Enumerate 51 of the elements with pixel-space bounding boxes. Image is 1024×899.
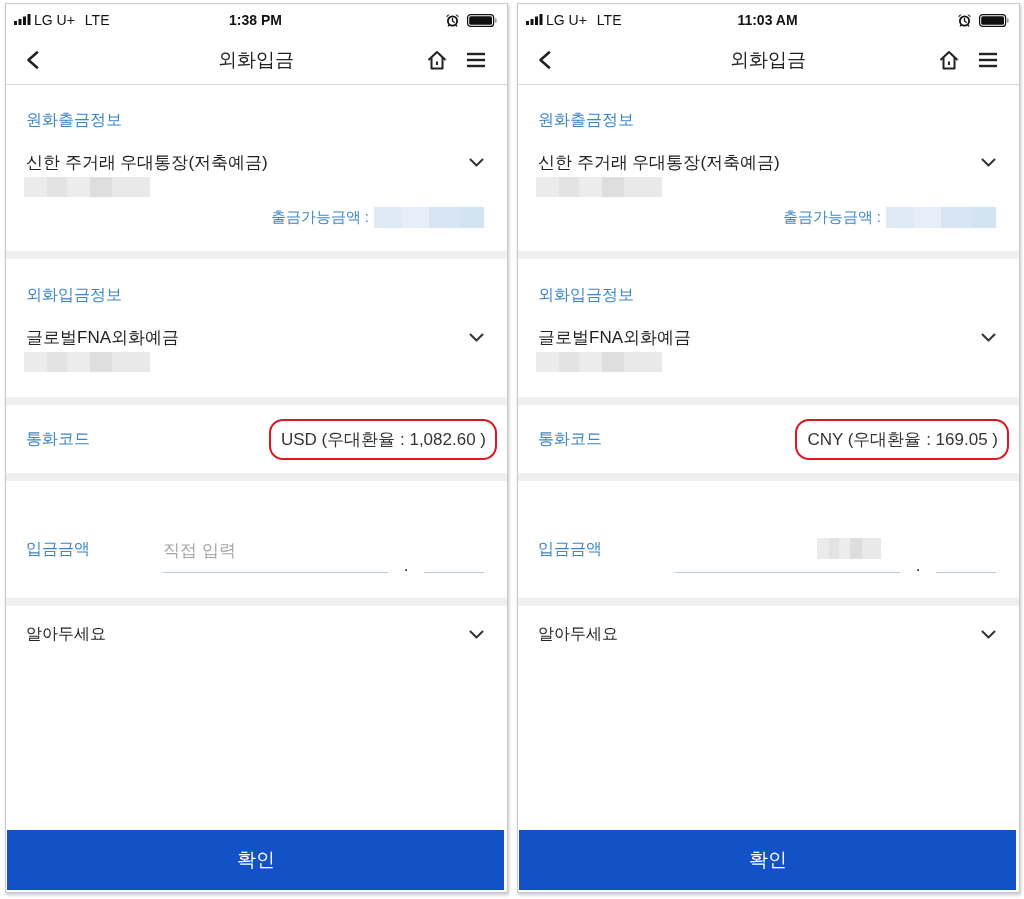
amount-label: 입금금액 bbox=[26, 539, 91, 559]
currency-value: CNY (우대환율 : 169.05 ) bbox=[807, 428, 998, 451]
status-time: 11:03 AM bbox=[737, 12, 798, 28]
confirm-button[interactable]: 확인 bbox=[7, 830, 504, 890]
confirm-button[interactable]: 확인 bbox=[519, 830, 1016, 890]
home-icon[interactable] bbox=[427, 50, 447, 70]
account-dropdown[interactable]: 신한 주거래 우대통장(저축예금) bbox=[26, 150, 484, 174]
currency-label: 통화코드 bbox=[26, 428, 90, 449]
home-icon[interactable] bbox=[939, 50, 959, 70]
section-heading: 원화출금정보 bbox=[538, 110, 635, 130]
alarm-clock-icon bbox=[446, 13, 459, 27]
notice-toggle[interactable]: 알아두세요 bbox=[6, 606, 507, 662]
menu-icon[interactable] bbox=[467, 52, 485, 68]
currency-label: 통화코드 bbox=[538, 428, 602, 449]
carrier-name: LG U+ bbox=[34, 12, 75, 28]
page-title: 외화입금 bbox=[729, 48, 806, 72]
page-title: 외화입금 bbox=[217, 48, 294, 72]
signal-icon bbox=[14, 13, 32, 25]
section-heading: 외화입금정보 bbox=[26, 285, 123, 305]
section-heading: 외화입금정보 bbox=[538, 285, 635, 305]
balance-label: 출금가능금액 : bbox=[782, 208, 881, 227]
battery-icon bbox=[467, 13, 497, 27]
redacted-block bbox=[817, 538, 881, 559]
back-icon[interactable] bbox=[538, 51, 551, 69]
account-dropdown[interactable]: 글로벌FNA외화예금 bbox=[26, 325, 484, 349]
chevron-down-icon bbox=[981, 157, 996, 167]
account-dropdown[interactable]: 글로벌FNA외화예금 bbox=[538, 325, 996, 349]
amount-input[interactable] bbox=[675, 537, 900, 573]
alarm-clock-icon bbox=[958, 13, 971, 27]
decimal-point: . bbox=[402, 559, 410, 573]
decimal-point: . bbox=[914, 559, 922, 573]
menu-icon[interactable] bbox=[979, 52, 997, 68]
account-dropdown[interactable]: 신한 주거래 우대통장(저축예금) bbox=[538, 150, 996, 174]
currency-value: USD (우대환율 : 1,082.60 ) bbox=[281, 428, 486, 451]
chevron-down-icon bbox=[469, 629, 484, 639]
section-heading: 원화출금정보 bbox=[26, 110, 123, 130]
chevron-down-icon bbox=[981, 629, 996, 639]
notice-toggle[interactable]: 알아두세요 bbox=[518, 606, 1019, 662]
chevron-down-icon bbox=[469, 332, 484, 342]
carrier-name: LG U+ bbox=[546, 12, 587, 28]
network-type: LTE bbox=[84, 12, 110, 28]
back-icon[interactable] bbox=[26, 51, 39, 69]
status-time: 1:38 PM bbox=[229, 12, 282, 28]
signal-icon bbox=[526, 13, 544, 25]
network-type: LTE bbox=[596, 12, 622, 28]
amount-input[interactable]: 직접 입력 bbox=[163, 537, 388, 573]
chevron-down-icon bbox=[981, 332, 996, 342]
battery-icon bbox=[979, 13, 1009, 27]
amount-label: 입금금액 bbox=[538, 539, 603, 559]
balance-label: 출금가능금액 : bbox=[270, 208, 369, 227]
chevron-down-icon bbox=[469, 157, 484, 167]
